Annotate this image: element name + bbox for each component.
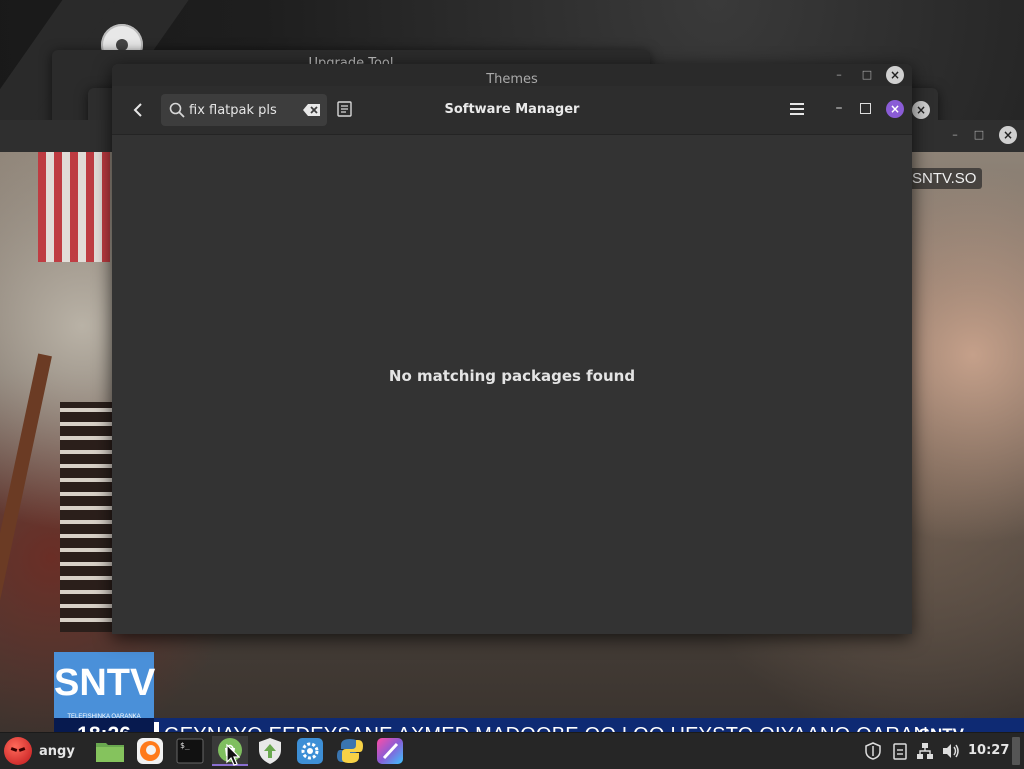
tray-clipboard[interactable] — [889, 733, 911, 769]
clipboard-tray-icon — [893, 743, 907, 760]
video-scene-pole — [0, 353, 52, 621]
shield-tray-icon — [865, 742, 881, 760]
firefox-icon — [137, 738, 163, 764]
sntv-watermark: SNTV.SO — [906, 168, 983, 189]
minimize-button[interactable]: – — [832, 100, 846, 118]
taskbar-terminal[interactable]: $_ — [174, 736, 206, 766]
sntv-logo-text: SNTV — [54, 662, 156, 704]
start-menu-button[interactable]: angy — [4, 736, 75, 766]
taskbar-drawing[interactable] — [374, 736, 406, 766]
maximize-icon[interactable]: □ — [972, 128, 986, 142]
taskbar-files[interactable] — [94, 736, 126, 766]
ticker-time: 18:26 — [54, 718, 154, 732]
svg-text:$_: $_ — [180, 741, 190, 750]
update-shield-icon — [259, 738, 281, 764]
taskbar-settings[interactable] — [294, 736, 326, 766]
tray-network[interactable] — [914, 733, 936, 769]
mouse-cursor-icon — [226, 744, 240, 766]
folder-icon — [96, 743, 124, 762]
taskbar: angy $_ 10:27 — [0, 732, 1024, 769]
ticker-divider — [154, 722, 159, 732]
taskbar-firefox[interactable] — [134, 736, 166, 766]
news-ticker: 18:26 GEYNAYO EEDEYSANE AXMED MADOOBE OO… — [54, 718, 1024, 732]
cog-icon — [297, 738, 323, 764]
themes-window-title: Themes – □ × — [112, 64, 912, 87]
paint-icon — [377, 738, 403, 764]
python-icon — [337, 739, 363, 763]
terminal-icon: $_ — [176, 738, 204, 764]
tray-volume[interactable] — [940, 733, 962, 769]
taskbar-update-manager[interactable] — [254, 736, 286, 766]
network-tray-icon — [917, 743, 933, 759]
taskbar-python[interactable] — [334, 736, 366, 766]
empty-results-message: No matching packages found — [388, 367, 636, 385]
video-scene-fabric — [60, 402, 115, 632]
video-scene-cloth — [38, 152, 110, 262]
close-icon[interactable]: × — [912, 101, 930, 119]
ticker-logo: SNTV — [919, 718, 964, 732]
maximize-icon[interactable]: □ — [860, 68, 874, 82]
volume-tray-icon — [943, 744, 959, 758]
themes-title-label: Themes — [486, 72, 538, 87]
close-button[interactable]: × — [886, 100, 904, 118]
sntv-logo: SNTV TELEFISHINKA QARANKA — [54, 652, 156, 722]
software-manager-window[interactable]: Themes – □ × Soft — [112, 64, 912, 634]
start-label: angy — [39, 743, 75, 759]
show-desktop-button[interactable] — [1012, 737, 1020, 765]
minimize-icon[interactable]: – — [948, 128, 962, 142]
close-icon[interactable]: × — [999, 126, 1017, 144]
hamburger-menu-icon[interactable] — [788, 100, 806, 118]
clock[interactable]: 10:27 — [968, 733, 1009, 769]
minimize-icon[interactable]: – — [832, 68, 846, 82]
tray-security[interactable] — [862, 733, 884, 769]
angry-face-icon — [4, 737, 32, 765]
results-area: No matching packages found — [112, 135, 912, 634]
close-icon[interactable]: × — [886, 66, 904, 84]
maximize-button[interactable] — [860, 103, 871, 114]
header-bar: Software Manager – × — [112, 86, 912, 135]
ticker-headline: GEYNAYO EEDEYSANE AXMED MADOOBE OO LOO H… — [164, 718, 934, 732]
